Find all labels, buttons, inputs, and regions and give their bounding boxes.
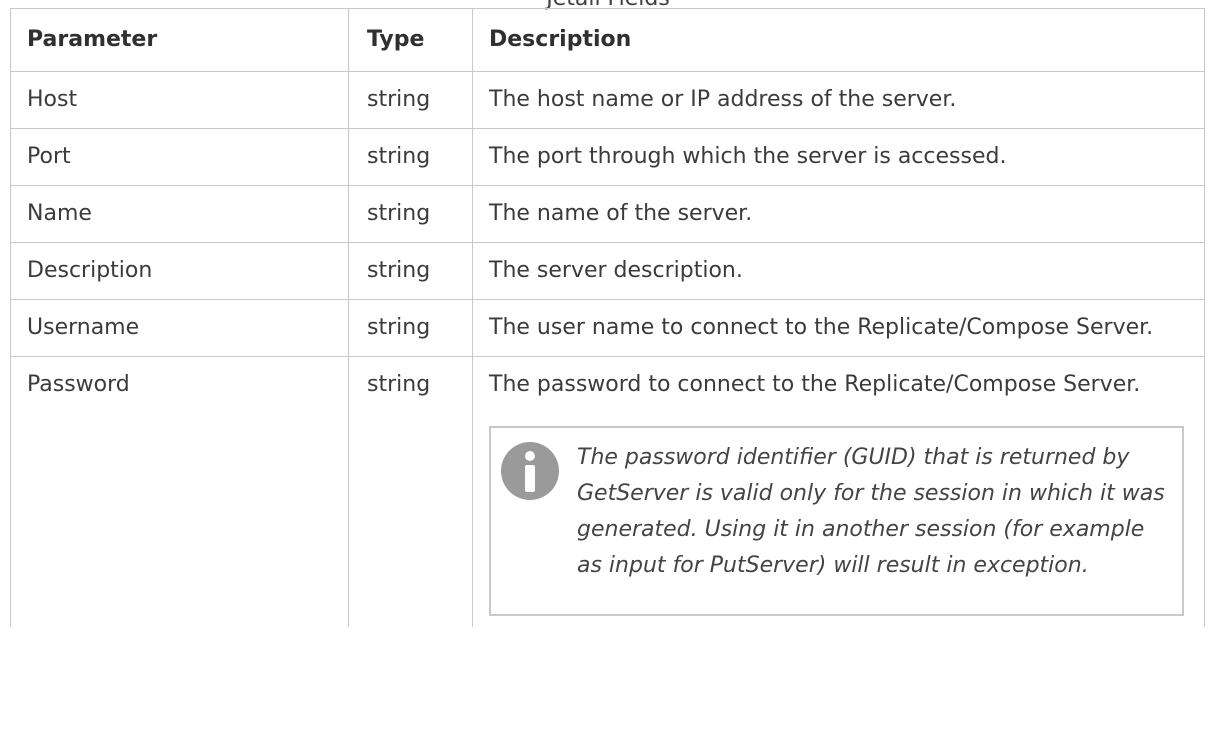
description-cell: The user name to connect to the Replicat… bbox=[472, 299, 1205, 357]
column-header-parameter: Parameter bbox=[10, 8, 349, 72]
description-text: The password to connect to the Replicate… bbox=[489, 372, 1141, 397]
table-row: Name string The name of the server. bbox=[10, 185, 1205, 243]
table-row: Description string The server descriptio… bbox=[10, 242, 1205, 300]
table-row: Host string The host name or IP address … bbox=[10, 71, 1205, 129]
type-cell: string bbox=[348, 185, 473, 243]
table-row: Username string The user name to connect… bbox=[10, 299, 1205, 357]
table-row: Password string The password to connect … bbox=[10, 356, 1205, 627]
note-text: The password identifier (GUID) that is r… bbox=[577, 445, 1165, 578]
type-cell: string bbox=[348, 299, 473, 357]
parameters-table: Parameter Type Description Host string T… bbox=[10, 8, 1205, 627]
parameter-cell: Port bbox=[10, 128, 349, 186]
info-icon bbox=[501, 442, 559, 500]
description-cell: The name of the server. bbox=[472, 185, 1205, 243]
column-header-type: Type bbox=[348, 8, 473, 72]
parameter-cell: Password bbox=[10, 356, 349, 627]
type-cell: string bbox=[348, 356, 473, 627]
description-cell: The host name or IP address of the serve… bbox=[472, 71, 1205, 129]
table-row: Port string The port through which the s… bbox=[10, 128, 1205, 186]
parameter-cell: Name bbox=[10, 185, 349, 243]
description-cell: The server description. bbox=[472, 242, 1205, 300]
parameter-cell: Username bbox=[10, 299, 349, 357]
type-cell: string bbox=[348, 128, 473, 186]
type-cell: string bbox=[348, 71, 473, 129]
description-cell: The port through which the server is acc… bbox=[472, 128, 1205, 186]
table-header-row: Parameter Type Description bbox=[10, 8, 1205, 72]
description-cell: The password to connect to the Replicate… bbox=[472, 356, 1205, 627]
note-box: The password identifier (GUID) that is r… bbox=[489, 426, 1184, 616]
column-header-description: Description bbox=[472, 8, 1205, 72]
type-cell: string bbox=[348, 242, 473, 300]
parameter-cell: Description bbox=[10, 242, 349, 300]
parameter-cell: Host bbox=[10, 71, 349, 129]
